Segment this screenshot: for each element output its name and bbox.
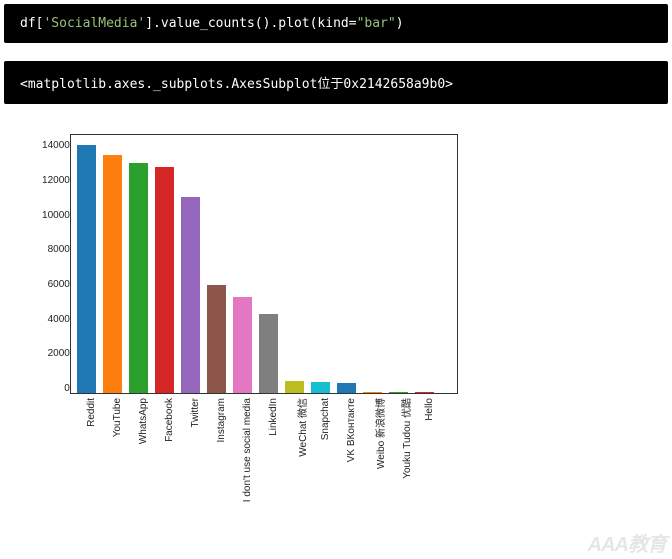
bar [233,297,252,393]
code-input-cell: df['SocialMedia'].value_counts().plot(ki… [4,4,668,43]
bar [363,392,382,393]
x-label: Hello [424,398,435,421]
chart-output: 14000120001000080006000400020000 RedditY… [28,134,458,394]
x-label: LinkedIn [268,398,279,436]
code-token: ].value_counts().plot(kind= [145,16,356,31]
y-axis: 14000120001000080006000400020000 [28,134,70,394]
watermark: AAA教育 [588,528,666,557]
code-token: ) [396,16,404,31]
x-label: Weibo 新浪微博 [372,398,387,469]
plot-area [70,134,458,394]
x-label: Facebook [164,398,175,442]
code-token: 'SocialMedia' [43,16,145,31]
bar [129,163,148,393]
text-output-cell: <matplotlib.axes._subplots.AxesSubplot位于… [4,61,668,104]
bar [207,285,226,393]
bar [389,392,408,393]
bar [77,145,96,393]
bar [103,155,122,393]
x-label: VK ВКонтакте [346,398,357,462]
bar [311,382,330,393]
x-label: I don't use social media [242,398,253,502]
x-label: Youku Tudou 优酷 [398,398,413,479]
bar [181,197,200,393]
bar [285,381,304,393]
bar [155,167,174,393]
x-label: Instagram [216,398,227,442]
x-label: Twitter [190,398,201,427]
x-label: Snapchat [320,398,331,440]
x-label: Reddit [86,398,97,427]
bar [259,314,278,393]
bar [337,383,356,393]
code-token: df[ [20,16,43,31]
code-token: "bar" [357,16,396,31]
x-label: WhatsApp [138,398,149,444]
x-label: WeChat 微信 [294,398,309,457]
bar [415,392,434,393]
x-label: YouTube [112,398,123,437]
